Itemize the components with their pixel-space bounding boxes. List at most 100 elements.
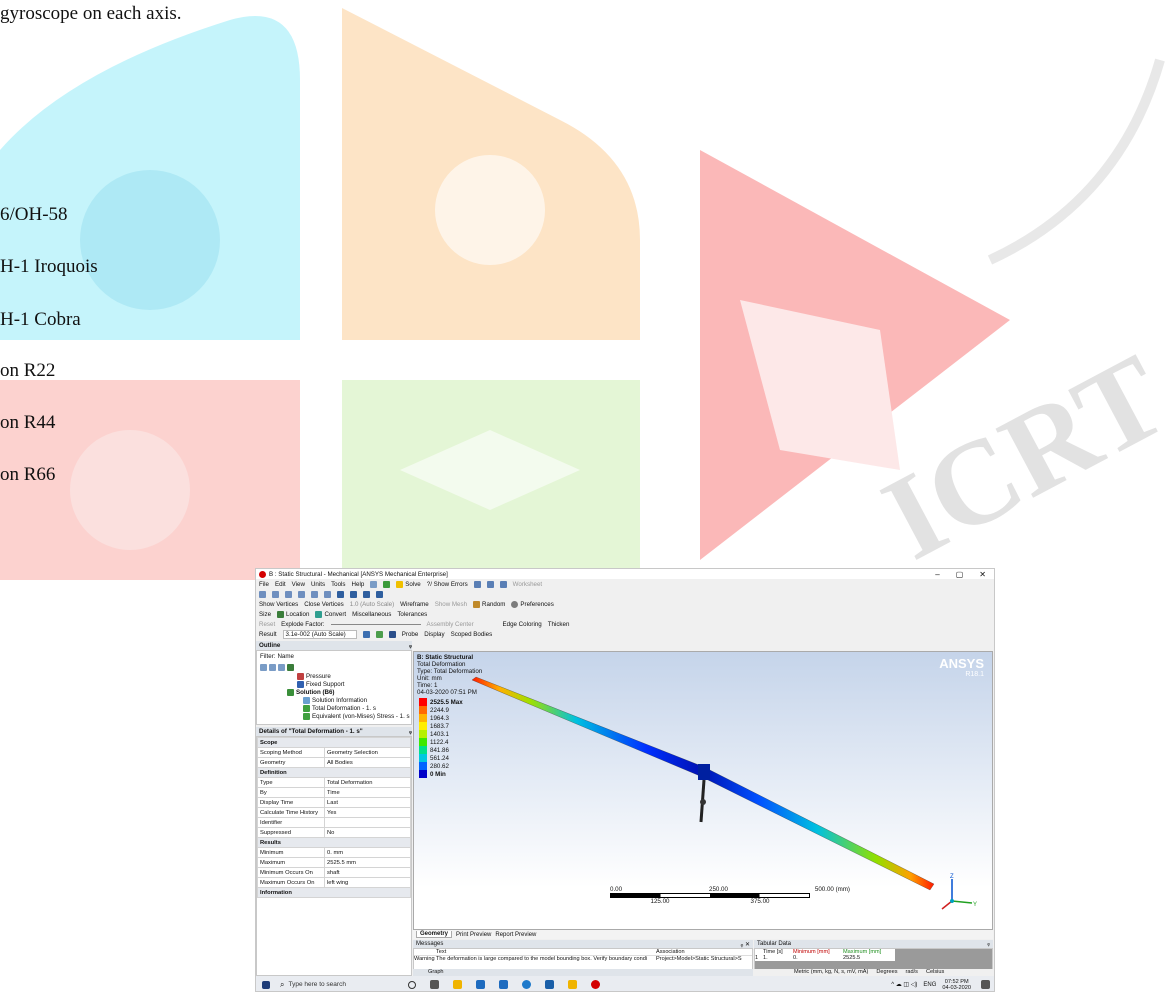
status-rads[interactable]: rad/s (906, 969, 918, 976)
close-vertices-button[interactable]: Close Vertices (304, 601, 344, 608)
tab-geometry[interactable]: Geometry (416, 931, 453, 938)
miscellaneous-button[interactable]: Miscellaneous (352, 611, 391, 618)
pan-icon[interactable] (272, 590, 279, 598)
menu-help[interactable]: Help (352, 581, 365, 588)
show-errors-button[interactable]: ?/ Show Errors (427, 581, 468, 588)
select-icon[interactable] (337, 590, 344, 598)
tree-tool-icon[interactable] (260, 664, 267, 671)
show-mesh-button[interactable]: Show Mesh (435, 601, 467, 608)
location-button[interactable]: Location (277, 610, 309, 618)
edge-coloring-button[interactable]: Edge Coloring (503, 621, 542, 628)
tray-icons[interactable]: ^ ☁ ◫ ◁) (891, 981, 917, 988)
tree-item-fixed-support[interactable]: Fixed Support (297, 681, 345, 688)
details-row[interactable]: By Time (257, 787, 411, 798)
toolbar-icon[interactable] (486, 580, 494, 588)
select-icon[interactable] (363, 590, 370, 598)
contour-icon[interactable] (375, 631, 383, 638)
explode-factor-slider[interactable] (330, 623, 421, 625)
fit-icon[interactable] (311, 590, 318, 598)
details-group[interactable]: Definition (257, 767, 411, 778)
display-select[interactable]: Scoped Bodies (451, 631, 493, 638)
menu-edit[interactable]: Edit (275, 581, 286, 588)
result-scale-select[interactable]: 3.1e-002 (Auto Scale) (282, 630, 357, 639)
details-group[interactable]: Results (257, 837, 411, 848)
taskbar-search[interactable]: Type here to search (288, 981, 408, 988)
status-degrees[interactable]: Degrees (876, 969, 897, 976)
details-row[interactable]: Calculate Time History Yes (257, 807, 411, 818)
contour-icon[interactable] (362, 631, 370, 638)
menu-tools[interactable]: Tools (331, 581, 345, 588)
menu-file[interactable]: File (259, 581, 269, 588)
tree-item-pressure[interactable]: Pressure (297, 673, 331, 680)
tree-tool-icon[interactable] (269, 664, 276, 671)
details-row[interactable]: Maximum Occurs On left wing (257, 877, 411, 888)
contour-icon[interactable] (388, 631, 396, 638)
cortana-icon[interactable] (408, 980, 417, 989)
reset-button[interactable]: Reset (259, 621, 275, 628)
ansys-mechanical-icon[interactable] (591, 980, 601, 989)
tree-tool-icon[interactable] (278, 664, 285, 671)
toolbar-icon[interactable] (473, 580, 481, 588)
task-view-icon[interactable] (430, 980, 440, 989)
select-icon[interactable] (376, 590, 383, 598)
maximize-button[interactable]: ▢ (956, 570, 964, 579)
menu-units[interactable]: Units (311, 581, 325, 588)
tree-item-total-deformation[interactable]: Total Deformation - 1. s (303, 705, 376, 712)
graphics-viewport[interactable]: B: Static Structural Total Deformation T… (413, 651, 993, 930)
filter-select[interactable]: Name (277, 653, 314, 660)
message-row[interactable]: Warning The deformation is large compare… (414, 956, 752, 962)
details-row[interactable]: Maximum 2525.5 mm (257, 857, 411, 868)
details-row[interactable]: Suppressed No (257, 827, 411, 838)
worksheet-button[interactable]: Worksheet (513, 581, 542, 588)
toolbar-icon[interactable] (370, 580, 378, 588)
notification-icon[interactable] (981, 980, 990, 989)
preferences-button[interactable]: Preferences (511, 600, 554, 608)
toolbar-icon[interactable] (383, 580, 391, 588)
zoom-icon[interactable] (285, 590, 292, 598)
menu-view[interactable]: View (292, 581, 305, 588)
tab-report-preview[interactable]: Report Preview (495, 932, 536, 938)
tree-item-equivalent-stress[interactable]: Equivalent (von-Mises) Stress - 1. s (303, 713, 410, 720)
show-vertices-button[interactable]: Show Vertices (259, 601, 298, 608)
details-group[interactable]: Information (257, 887, 411, 898)
search-icon[interactable]: ⌕ (280, 980, 284, 990)
rotate-icon[interactable] (259, 590, 266, 598)
tolerances-button[interactable]: Tolerances (397, 611, 427, 618)
status-units[interactable]: Metric (mm, kg, N, s, mV, mA) (794, 969, 868, 976)
details-row[interactable]: Display Time Last (257, 797, 411, 808)
solve-button[interactable]: Solve (396, 580, 421, 588)
toolbar-icon[interactable] (499, 580, 507, 588)
magnifier-icon[interactable] (324, 590, 331, 598)
convert-button[interactable]: Convert (315, 610, 346, 618)
mail-icon[interactable] (476, 980, 486, 989)
edge-icon[interactable] (522, 980, 532, 989)
status-temp[interactable]: Celsius (926, 969, 944, 976)
details-row[interactable]: Scoping Method Geometry Selection (257, 747, 411, 758)
details-row[interactable]: Identifier (257, 817, 411, 828)
language-indicator[interactable]: ENG (923, 982, 936, 988)
details-row[interactable]: Minimum 0. mm (257, 847, 411, 858)
clock[interactable]: 07:52 PM 04-03-2020 (942, 979, 971, 991)
wireframe-button[interactable]: Wireframe (400, 601, 429, 608)
thicken-button[interactable]: Thicken (548, 621, 570, 628)
app-icon[interactable] (545, 980, 555, 989)
tree-tool-icon[interactable] (287, 664, 294, 671)
ansys-workbench-icon[interactable] (568, 980, 578, 989)
windows-start-icon[interactable] (262, 980, 270, 989)
tree-item-solution[interactable]: Solution (B6) (287, 689, 335, 696)
minimize-button[interactable]: – (935, 570, 939, 579)
details-row[interactable]: Type Total Deformation (257, 777, 411, 788)
close-button[interactable]: ✕ (979, 570, 986, 579)
tab-print-preview[interactable]: Print Preview (456, 932, 491, 938)
details-group[interactable]: Scope (257, 737, 411, 748)
probe-button[interactable]: Probe (402, 631, 419, 638)
auto-scale-field[interactable]: 1.0 (Auto Scale) (350, 601, 394, 608)
zoom-box-icon[interactable] (298, 590, 305, 598)
random-button[interactable]: Random (473, 600, 505, 608)
assembly-center-select[interactable]: Assembly Center (427, 621, 497, 628)
tabular-row[interactable]: 1 1. 0. 2525.5 (755, 955, 895, 961)
details-row[interactable]: Minimum Occurs On shaft (257, 867, 411, 878)
file-explorer-icon[interactable] (453, 980, 463, 989)
size-button[interactable]: Size (259, 611, 271, 618)
store-icon[interactable] (499, 980, 509, 989)
